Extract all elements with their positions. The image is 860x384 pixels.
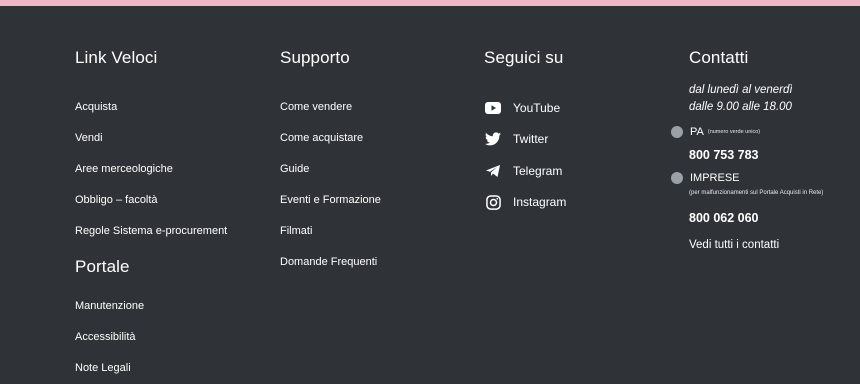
- top-strip: [0, 0, 860, 6]
- link-regole-sistema[interactable]: Regole Sistema e-procurement: [75, 216, 227, 247]
- link-acquista[interactable]: Acquista: [75, 92, 227, 123]
- link-filmati[interactable]: Filmati: [280, 216, 381, 247]
- portale-heading: Portale: [75, 257, 130, 276]
- contacts-heading: Contatti: [689, 48, 749, 67]
- pa-contact-row: PA (numero verde unico): [671, 126, 849, 138]
- link-note-legali[interactable]: Note Legali: [75, 353, 227, 384]
- social-links-list: YouTube Twitter Telegram Instagram: [484, 92, 566, 218]
- portale-links-list: Manutenzione Accessibilità Note Legali: [75, 291, 227, 384]
- imprese-phone-number[interactable]: 800 062 060: [689, 211, 849, 225]
- opening-hours: dal lunedì al venerdì dalle 9.00 alle 18…: [689, 82, 849, 116]
- quick-links-list: Acquista Vendi Aree merceologiche Obblig…: [75, 92, 227, 247]
- telegram-icon: [484, 162, 502, 180]
- link-come-acquistare[interactable]: Come acquistare: [280, 123, 381, 154]
- phone-icon: [671, 126, 683, 138]
- social-link-twitter[interactable]: Twitter: [484, 124, 566, 156]
- footer-column-contacts: Contatti dal lunedì al venerdì dalle 9.0…: [671, 48, 849, 251]
- link-aree-merceologiche[interactable]: Aree merceologiche: [75, 154, 227, 185]
- social-label-twitter: Twitter: [513, 132, 549, 147]
- phone-icon: [671, 172, 683, 184]
- link-guide[interactable]: Guide: [280, 154, 381, 185]
- support-heading: Supporto: [280, 48, 350, 67]
- social-label-instagram: Instagram: [513, 195, 567, 210]
- pa-label: PA: [690, 126, 704, 138]
- footer-column-quick-links: Link Veloci Acquista Vendi Aree merceolo…: [75, 48, 227, 384]
- all-contacts-link[interactable]: Vedi tutti i contatti: [689, 239, 849, 251]
- social-link-youtube[interactable]: YouTube: [484, 92, 566, 124]
- footer-column-support: Supporto Come vendere Come acquistare Gu…: [280, 48, 381, 278]
- link-come-vendere[interactable]: Come vendere: [280, 92, 381, 123]
- support-links-list: Come vendere Come acquistare Guide Event…: [280, 92, 381, 278]
- imprese-label: IMPRESE: [690, 172, 740, 184]
- link-domande-frequenti[interactable]: Domande Frequenti: [280, 247, 381, 278]
- social-heading: Seguici su: [484, 48, 564, 67]
- link-eventi-formazione[interactable]: Eventi e Formazione: [280, 185, 381, 216]
- pa-note: (numero verde unico): [707, 129, 761, 135]
- twitter-icon: [484, 130, 502, 148]
- link-manutenzione[interactable]: Manutenzione: [75, 291, 227, 322]
- social-label-youtube: YouTube: [513, 100, 561, 115]
- pa-phone-number[interactable]: 800 753 783: [689, 148, 849, 162]
- youtube-icon: [484, 99, 502, 117]
- link-obbligo-facolta[interactable]: Obbligo – facoltà: [75, 185, 227, 216]
- imprese-contact-row: IMPRESE: [671, 172, 849, 184]
- social-label-telegram: Telegram: [513, 163, 563, 178]
- imprese-note: (per malfunzionamenti sul Portale Acquis…: [689, 190, 824, 196]
- link-vendi[interactable]: Vendi: [75, 123, 227, 154]
- link-accessibilita[interactable]: Accessibilità: [75, 322, 227, 353]
- footer-column-social: Seguici su YouTube Twitter Telegram Inst…: [484, 48, 566, 218]
- instagram-icon: [484, 193, 502, 211]
- opening-hours-time: dalle 9.00 alle 18.00: [689, 101, 792, 113]
- social-link-telegram[interactable]: Telegram: [484, 155, 566, 187]
- social-link-instagram[interactable]: Instagram: [484, 187, 566, 219]
- quick-links-heading: Link Veloci: [75, 48, 158, 67]
- opening-hours-days: dal lunedì al venerdì: [689, 84, 793, 96]
